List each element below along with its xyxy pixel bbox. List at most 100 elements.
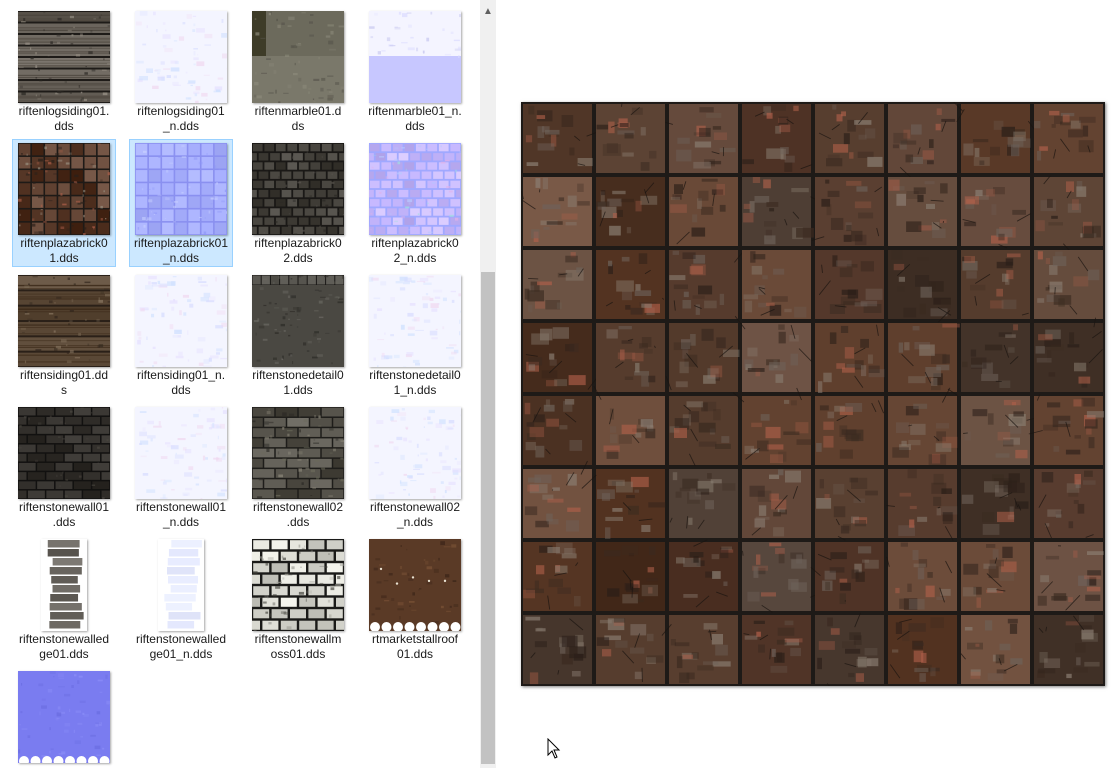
file-item[interactable]: riftensiding01_n. dds — [129, 271, 233, 399]
file-thumbnail — [135, 407, 227, 499]
file-name-line-2: dds — [405, 119, 425, 133]
file-name-line-1: riftenlogsiding01 — [137, 104, 225, 118]
file-item[interactable]: riftenlogsiding01. dds — [12, 7, 116, 135]
file-item[interactable]: riftenmarble01.d ds — [246, 7, 350, 135]
file-item[interactable]: riftenstonewall01 _n.dds — [129, 403, 233, 531]
file-name-line-1: riftenstonewall01 — [135, 500, 227, 514]
file-name-line-1: riftenmarble01_n. — [368, 104, 462, 118]
file-item[interactable] — [12, 667, 116, 768]
file-item[interactable]: riftenstonewalled ge01.dds — [12, 535, 116, 663]
file-name-label: riftenstonewalled ge01.dds — [13, 632, 115, 662]
file-thumbnail — [252, 539, 344, 631]
file-name-line-2: 01.dds — [396, 647, 434, 661]
file-thumbnail — [369, 407, 461, 499]
file-list-pane[interactable]: riftenlogsiding01. dds riftenlogsiding01 _n… — [0, 0, 478, 768]
file-item[interactable]: riftenplazabrick01 _n.dds — [129, 139, 233, 267]
file-name-line-1: rtmarketstallroof — [371, 632, 459, 646]
file-name-line-2: dds — [54, 119, 74, 133]
file-thumbnail — [369, 275, 461, 367]
file-item[interactable]: riftenstonedetail0 1_n.dds — [363, 271, 467, 399]
file-name-line-2: _n.dds — [396, 515, 434, 529]
file-name-line-1: riftenstonedetail0 — [252, 368, 344, 382]
file-thumbnail — [18, 275, 110, 367]
file-item[interactable]: riftenplazabrick0 2.dds — [246, 139, 350, 267]
file-name-label: riftenplazabrick01 _n.dds — [130, 236, 232, 266]
file-name-line-1: riftenplazabrick0 — [371, 236, 459, 250]
file-thumbnail — [369, 539, 461, 631]
file-item[interactable]: riftenplazabrick0 2_n.dds — [363, 139, 467, 267]
file-name-line-1: riftenstonewall02 — [369, 500, 461, 514]
file-thumbnail — [18, 11, 110, 103]
file-item[interactable]: riftenlogsiding01 _n.dds — [129, 7, 233, 135]
file-name-line-1: riftenstonewall02 — [252, 500, 344, 514]
file-name-line-1: riftenmarble01.d — [254, 104, 342, 118]
file-name-line-2: ge01.dds — [39, 647, 89, 661]
file-name-label: riftenstonewall02 _n.dds — [364, 500, 466, 530]
vertical-scrollbar[interactable]: ▲ — [480, 0, 496, 768]
cursor-arrow-icon — [547, 737, 561, 760]
file-name-line-2: 2_n.dds — [393, 251, 437, 265]
file-name-line-1: riftenstonewallm — [254, 632, 342, 646]
file-item[interactable]: riftenstonedetail0 1.dds — [246, 271, 350, 399]
file-name-line-2: _n.dds — [162, 251, 200, 265]
file-thumbnail — [135, 11, 227, 103]
file-name-label: riftenstonedetail0 1.dds — [247, 368, 349, 398]
file-item[interactable]: riftensiding01.dd s — [12, 271, 116, 399]
file-name-line-1: riftensiding01.dd — [19, 368, 109, 382]
file-name-line-1: riftenstonewalled — [135, 632, 227, 646]
file-thumbnail — [41, 539, 87, 631]
preview-pane — [497, 0, 1111, 768]
file-item[interactable]: riftenmarble01_n. dds — [363, 7, 467, 135]
file-name-line-2: _n.dds — [162, 515, 200, 529]
file-name-line-2: .dds — [52, 515, 76, 529]
file-name-label: riftenlogsiding01. dds — [13, 104, 115, 134]
file-thumbnail — [18, 671, 110, 763]
file-name-label: riftenmarble01_n. dds — [364, 104, 466, 134]
file-name-line-1: riftenlogsiding01. — [18, 104, 110, 118]
texture-preview-image — [521, 102, 1105, 686]
file-name-line-2: ds — [291, 119, 305, 133]
file-name-label: riftenplazabrick0 2.dds — [247, 236, 349, 266]
chevron-up-icon[interactable]: ▲ — [480, 4, 496, 20]
file-name-line-2: 1.dds — [283, 383, 313, 397]
file-item[interactable]: riftenplazabrick0 1.dds — [12, 139, 116, 267]
file-name-line-1: riftenplazabrick0 — [20, 236, 108, 250]
file-name-label: riftenstonedetail0 1_n.dds — [364, 368, 466, 398]
file-name-line-1: riftenplazabrick0 — [254, 236, 342, 250]
file-name-line-1: riftenstonedetail0 — [369, 368, 461, 382]
file-name-label: riftenmarble01.d ds — [247, 104, 349, 134]
file-name-line-2: dds — [171, 383, 191, 397]
file-name-line-2: oss01.dds — [270, 647, 326, 661]
file-name-label: rtmarketstallroof 01.dds — [364, 632, 466, 662]
file-thumbnail — [135, 275, 227, 367]
file-name-label: riftenstonewall01 .dds — [13, 500, 115, 530]
file-name-line-2: 1.dds — [49, 251, 79, 265]
file-name-label: riftensiding01_n. dds — [130, 368, 232, 398]
file-thumbnail — [18, 143, 110, 235]
file-item[interactable]: riftenstonewall01 .dds — [12, 403, 116, 531]
file-thumbnail — [252, 407, 344, 499]
file-item[interactable]: riftenstonewallm oss01.dds — [246, 535, 350, 663]
scrollbar-thumb[interactable] — [481, 272, 495, 764]
file-thumbnail — [369, 11, 461, 103]
file-name-label: riftenstonewall01 _n.dds — [130, 500, 232, 530]
file-name-label: riftenplazabrick0 1.dds — [13, 236, 115, 266]
file-item[interactable]: rtmarketstallroof 01.dds — [363, 535, 467, 663]
file-name-label: riftenlogsiding01 _n.dds — [130, 104, 232, 134]
file-item[interactable]: riftenstonewall02 _n.dds — [363, 403, 467, 531]
file-thumbnail — [18, 407, 110, 499]
file-name-label: riftensiding01.dd s — [13, 368, 115, 398]
file-name-line-1: riftenstonewall01 — [18, 500, 110, 514]
file-name-label: riftenstonewallm oss01.dds — [247, 632, 349, 662]
file-thumbnail — [252, 143, 344, 235]
file-item[interactable]: riftenstonewalled ge01_n.dds — [129, 535, 233, 663]
file-name-line-1: riftenstonewalled — [18, 632, 110, 646]
file-name-line-2: ge01_n.dds — [149, 647, 213, 661]
file-thumbnail — [252, 11, 344, 103]
file-name-line-2: _n.dds — [162, 119, 200, 133]
file-name-line-2: s — [61, 383, 67, 397]
file-item[interactable]: riftenstonewall02 .dds — [246, 403, 350, 531]
file-name-line-1: riftenplazabrick01 — [133, 236, 229, 250]
file-name-line-2: 1_n.dds — [393, 383, 437, 397]
file-thumbnail — [369, 143, 461, 235]
